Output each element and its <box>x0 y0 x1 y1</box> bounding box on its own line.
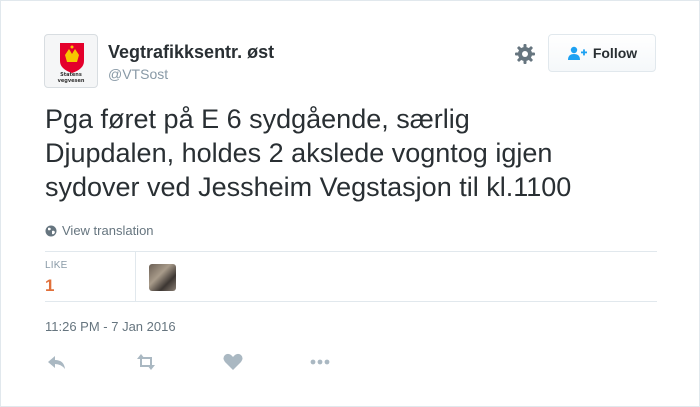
user-avatar[interactable]: Statens vegvesen <box>44 34 98 88</box>
like-stat-count[interactable]: 1 <box>45 276 54 296</box>
globe-icon <box>45 225 57 236</box>
divider <box>45 251 657 252</box>
tweet-card: Statens vegvesen Vegtrafikksentr. øst @V… <box>0 0 700 407</box>
tweet-timestamp[interactable]: 11:26 PM - 7 Jan 2016 <box>45 319 176 334</box>
reply-icon[interactable] <box>46 352 68 372</box>
heart-icon[interactable] <box>222 352 244 372</box>
retweet-icon[interactable] <box>134 352 156 372</box>
user-handle[interactable]: @VTSost <box>108 65 168 83</box>
divider <box>45 301 657 302</box>
tweet-line: Pga føret på E 6 sydgående, særlig <box>45 104 470 134</box>
liker-avatar[interactable] <box>149 264 176 291</box>
follow-button[interactable]: Follow <box>548 34 656 72</box>
add-user-icon <box>567 46 587 60</box>
user-display-name[interactable]: Vegtrafikksentr. øst <box>108 42 274 62</box>
like-stat-label: LIKE <box>45 260 68 271</box>
view-translation-link[interactable]: View translation <box>45 223 154 238</box>
stats-separator <box>135 252 136 301</box>
avatar-logo-text: Statens vegvesen <box>57 72 85 84</box>
tweet-line: sydover ved Jessheim Vegstasjon til kl.1… <box>45 172 572 202</box>
tweet-text: Pga føret på E 6 sydgående, særlig Djupd… <box>45 102 665 204</box>
view-translation-label: View translation <box>62 223 154 238</box>
more-icon[interactable] <box>309 352 331 372</box>
follow-button-label: Follow <box>592 45 638 61</box>
tweet-line: Djupdalen, holdes 2 akslede vogntog igje… <box>45 138 553 168</box>
gear-icon[interactable] <box>513 42 537 66</box>
